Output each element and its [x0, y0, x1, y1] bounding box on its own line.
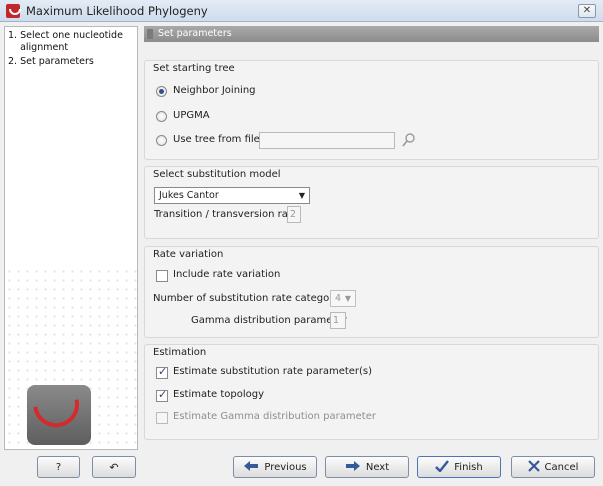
- step-set-parameters[interactable]: 2. Set parameters: [8, 56, 137, 68]
- help-label: ?: [55, 461, 62, 473]
- arrow-left-icon: [243, 460, 259, 475]
- reset-icon: ↶: [109, 460, 119, 474]
- categories-select[interactable]: 4 ▼: [330, 290, 356, 307]
- radio-label: Neighbor Joining: [173, 85, 256, 96]
- logo-curve-icon: [33, 399, 83, 431]
- previous-button[interactable]: Previous: [233, 456, 317, 478]
- checkbox-label: Estimate Gamma distribution parameter: [173, 411, 376, 422]
- rate-variation-group: Rate variation Include rate variation Nu…: [144, 246, 599, 338]
- ratio-label: Transition / transversion ratio: [154, 209, 301, 220]
- gamma-label: Gamma distribution parameter: [191, 315, 347, 326]
- steps-panel: 1. Select one nucleotide alignment 2. Se…: [4, 26, 138, 450]
- group-title: Estimation: [153, 347, 207, 358]
- substitution-model-group: Select substitution model Jukes Cantor ▼…: [144, 166, 599, 239]
- browse-file-icon[interactable]: [401, 132, 417, 148]
- estimate-substitution-rate-checkbox[interactable]: [156, 365, 168, 379]
- group-title: Rate variation: [153, 249, 224, 260]
- group-title: Set starting tree: [153, 63, 235, 74]
- substitution-model-select[interactable]: Jukes Cantor ▼: [154, 187, 310, 204]
- title-bar: Maximum Likelihood Phylogeny ✕: [0, 0, 603, 22]
- checkbox-label: Estimate substitution rate parameter(s): [173, 366, 373, 377]
- previous-label: Previous: [264, 461, 307, 473]
- radio-label: Use tree from file: [173, 134, 260, 145]
- checkbox-label: Include rate variation: [173, 269, 281, 280]
- header-marker: [147, 29, 153, 39]
- step-select-alignment[interactable]: 1. Select one nucleotide alignment: [8, 30, 137, 54]
- ratio-input[interactable]: 2: [287, 206, 301, 223]
- group-title: Select substitution model: [153, 169, 281, 180]
- include-rate-variation-checkbox[interactable]: [156, 270, 168, 282]
- radio-use-tree-from-file[interactable]: [156, 135, 167, 146]
- gamma-input[interactable]: 1: [330, 312, 346, 329]
- clc-logo-icon: [6, 4, 21, 18]
- estimate-topology-checkbox[interactable]: [156, 388, 168, 402]
- next-button[interactable]: Next: [325, 456, 409, 478]
- cancel-button[interactable]: Cancel: [511, 456, 595, 478]
- checkbox-label: Estimate topology: [173, 389, 265, 400]
- next-label: Next: [365, 461, 390, 473]
- estimate-gamma-checkbox[interactable]: [156, 412, 168, 424]
- x-icon: [527, 459, 540, 475]
- categories-value: 4: [335, 293, 342, 304]
- section-header: Set parameters: [144, 26, 599, 42]
- starting-tree-group: Set starting tree Neighbor Joining UPGMA…: [144, 60, 599, 160]
- close-button[interactable]: ✕: [578, 4, 596, 18]
- chevron-down-icon: ▼: [298, 191, 305, 200]
- arrow-right-icon: [345, 460, 361, 475]
- parameters-panel: Set parameters Set starting tree Neighbo…: [144, 26, 599, 450]
- radio-upgma[interactable]: [156, 111, 167, 122]
- checkmark-icon: [435, 459, 450, 475]
- reset-button[interactable]: ↶: [92, 456, 136, 478]
- finish-button[interactable]: Finish: [417, 456, 501, 478]
- tree-file-input[interactable]: [259, 132, 395, 149]
- clc-logo: [27, 385, 91, 445]
- chevron-down-icon: ▼: [344, 294, 351, 303]
- section-header-label: Set parameters: [158, 28, 232, 39]
- help-button[interactable]: ?: [37, 456, 80, 478]
- selected-model: Jukes Cantor: [159, 190, 219, 201]
- finish-label: Finish: [454, 461, 483, 473]
- estimation-group: Estimation Estimate substitution rate pa…: [144, 344, 599, 440]
- radio-label: UPGMA: [173, 110, 210, 121]
- radio-neighbor-joining[interactable]: [156, 86, 167, 97]
- categories-label: Number of substitution rate categories: [153, 293, 348, 304]
- window-title: Maximum Likelihood Phylogeny: [26, 4, 208, 18]
- cancel-label: Cancel: [544, 461, 579, 473]
